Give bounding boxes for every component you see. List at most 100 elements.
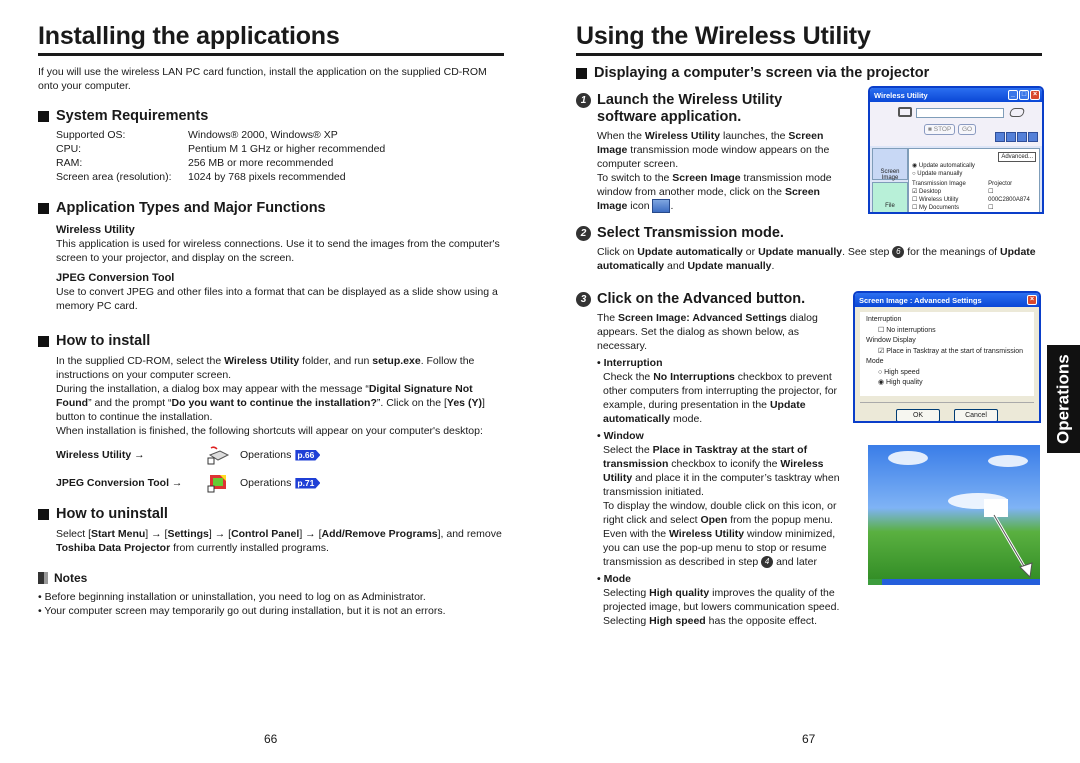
- square-bullet-icon: [576, 68, 587, 79]
- bullet-heading: • Interruption: [597, 357, 663, 370]
- req-label: RAM:: [56, 157, 83, 169]
- page-number: 66: [264, 732, 278, 746]
- intro-text: If you will use the wireless LAN PC card…: [38, 66, 487, 92]
- req-value: 256 MB or more recommended: [188, 157, 334, 169]
- go-button[interactable]: GO: [958, 124, 977, 135]
- page-ref-link[interactable]: p.71: [295, 477, 321, 489]
- cancel-button[interactable]: Cancel: [954, 409, 998, 421]
- square-bullet-icon: [38, 509, 49, 520]
- list-item[interactable]: ☐ 000C2800C892: [988, 204, 1036, 212]
- subheading: Wireless Utility: [56, 224, 135, 236]
- step-number-icon: 1: [576, 93, 591, 108]
- square-bullet-icon: [38, 111, 49, 122]
- list-item[interactable]: ☐ My Documents: [912, 204, 982, 212]
- notes-list: • Before beginning installation or unins…: [38, 590, 504, 618]
- req-value: 1024 by 768 pixels recommended: [188, 171, 346, 183]
- left-page: Installing the applications If you will …: [38, 0, 504, 618]
- page-ref-link[interactable]: p.66: [295, 449, 321, 461]
- wireless-utility-window: Wireless Utility _ □ × ■ STOP GO Screen Im…: [868, 86, 1044, 214]
- requirements-table: Supported OS: Windows® 2000, Windows® XP …: [38, 128, 504, 184]
- shortcut-row: Wireless Utility → Operations p.66: [56, 444, 504, 466]
- req-label: Screen area (resolution):: [56, 171, 172, 183]
- paragraph: Select [Start Menu] → [Settings] → [Cont…: [56, 528, 502, 554]
- no-interruptions-checkbox[interactable]: ☐ No interruptions: [866, 326, 1028, 337]
- step-2: 2 Select Transmission mode.: [576, 225, 1042, 242]
- step-ref-icon: 6: [892, 246, 905, 259]
- tab-screen-image[interactable]: Screen Image: [872, 148, 908, 181]
- section-heading: How to uninstall: [38, 506, 504, 523]
- section-heading: System Requirements: [38, 108, 504, 125]
- paragraph: During the installation, a dialog box ma…: [56, 383, 485, 423]
- paragraph: This application is used for wireless co…: [56, 238, 500, 264]
- paragraph: In the supplied CD-ROM, select the Wirel…: [56, 355, 475, 381]
- bullet-heading: • Window: [597, 430, 644, 443]
- operations-side-tab: Operations: [1047, 345, 1080, 453]
- section-heading: Application Types and Major Functions: [38, 200, 504, 217]
- laptop-icon: [898, 107, 912, 117]
- desktop-screenshot: [868, 445, 1040, 585]
- tasktray-checkbox[interactable]: ☑ Place in Tasktray at the start of tran…: [866, 347, 1028, 358]
- step-title: Select Transmission mode.: [597, 225, 784, 242]
- notes-heading: Notes: [38, 571, 504, 585]
- step-body: Click on Update automatically or Update …: [597, 246, 1036, 273]
- high-speed-radio[interactable]: ○ High speed: [866, 368, 1028, 379]
- projector-icon: [1008, 108, 1026, 117]
- section-heading: Displaying a computer’s screen via the p…: [576, 65, 1042, 82]
- req-label: CPU:: [56, 143, 82, 155]
- list-item[interactable]: ☐ 000C2800A874: [988, 188, 1036, 204]
- step-title: Launch the Wireless Utility software app…: [597, 92, 783, 125]
- step-number-icon: 2: [576, 226, 591, 242]
- stop-button[interactable]: ■ STOP: [924, 124, 956, 135]
- advanced-button[interactable]: Advanced...: [998, 152, 1036, 162]
- step-body: The Screen Image: Advanced Settings dial…: [576, 311, 851, 628]
- toolbar-icon[interactable]: [995, 132, 1005, 142]
- arrow-icon: [992, 514, 1033, 579]
- uninstall-text: Select [Start Menu] → [Settings] → [Cont…: [38, 527, 504, 555]
- close-icon[interactable]: ×: [1030, 90, 1040, 100]
- jpeg-tool-icon: [207, 475, 226, 493]
- step-number-icon: 3: [576, 292, 591, 308]
- help-icon[interactable]: [1017, 132, 1027, 142]
- maximize-icon[interactable]: □: [1019, 90, 1029, 100]
- tab-file[interactable]: File: [872, 182, 908, 212]
- advanced-settings-dialog: Screen Image : Advanced Settings × Inter…: [853, 291, 1041, 423]
- ok-button[interactable]: OK: [896, 409, 940, 421]
- window-titlebar: Wireless Utility _ □ ×: [870, 88, 1042, 102]
- notes-icon: [38, 572, 48, 584]
- paragraph: When installation is finished, the follo…: [56, 425, 483, 437]
- square-bullet-icon: [38, 203, 49, 214]
- update-auto-radio[interactable]: ◉ Update automatically: [912, 162, 1036, 170]
- step-title: Click on the Advanced button.: [597, 291, 806, 308]
- step-body: When the Wireless Utility launches, the …: [597, 130, 832, 214]
- step-ref-icon: 4: [761, 556, 774, 569]
- status-field: [916, 108, 1004, 118]
- taskbar: [868, 579, 1040, 585]
- page-title: Installing the applications: [38, 22, 504, 56]
- high-quality-radio[interactable]: ◉ High quality: [866, 378, 1028, 389]
- req-label: Supported OS:: [56, 129, 126, 141]
- section-heading: How to install: [38, 333, 504, 350]
- req-value: Windows® 2000, Windows® XP: [188, 129, 338, 141]
- wireless-utility-icon: [207, 446, 230, 465]
- close-icon[interactable]: ×: [1027, 295, 1037, 305]
- screen-image-icon: [652, 199, 671, 214]
- info-icon[interactable]: [1028, 132, 1038, 142]
- bullet-heading: • Mode: [597, 573, 632, 586]
- start-button: [868, 579, 882, 585]
- update-manual-radio[interactable]: ○ Update manually: [912, 170, 1036, 178]
- toolbar-icon[interactable]: [1006, 132, 1016, 142]
- install-text: In the supplied CD-ROM, select the Wirel…: [38, 354, 504, 494]
- shortcut-row: JPEG Conversion Tool → Operations p.71: [56, 472, 504, 494]
- note-item: • Before beginning installation or unins…: [38, 591, 426, 603]
- square-bullet-icon: [38, 336, 49, 347]
- paragraph: Use to convert JPEG and other files into…: [56, 286, 498, 312]
- list-item[interactable]: ☐ Wireless Utility: [912, 196, 982, 204]
- dialog-titlebar: Screen Image : Advanced Settings ×: [855, 293, 1039, 307]
- page-number: 67: [802, 732, 816, 746]
- req-value: Pentium M 1 GHz or higher recommended: [188, 143, 386, 155]
- minimize-icon[interactable]: _: [1008, 90, 1018, 100]
- page-title: Using the Wireless Utility: [576, 22, 1042, 56]
- app-types: Wireless Utility This application is use…: [38, 223, 504, 313]
- note-item: • Your computer screen may temporarily g…: [38, 605, 446, 617]
- list-item[interactable]: ☑ Desktop: [912, 188, 982, 196]
